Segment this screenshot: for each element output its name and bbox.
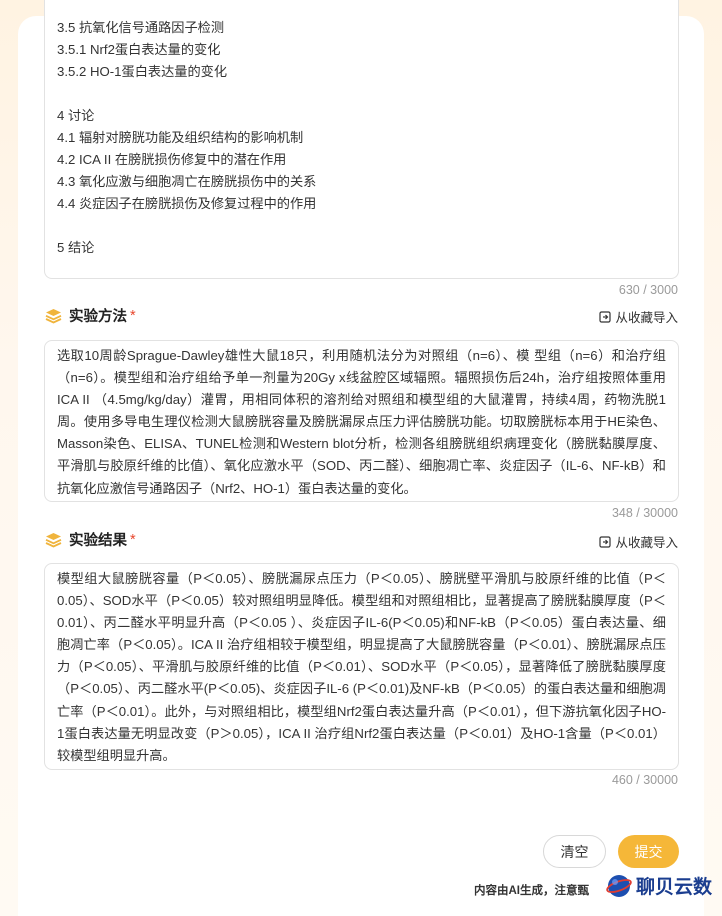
method-text: 选取10周龄Sprague-Dawley雄性大鼠18只，利用随机法分为对照组（n…: [57, 348, 666, 496]
outline-line: 4.4 炎症因子在膀胱损伤及修复过程中的作用: [57, 196, 317, 211]
clear-button[interactable]: 清空: [543, 835, 606, 868]
import-icon: [599, 535, 612, 548]
method-section-title: 实验方法 *: [45, 305, 136, 326]
result-textarea[interactable]: 模型组大鼠膀胱容量（P＜0.05）、膀胱漏尿点压力（P＜0.05）、膀胱壁平滑肌…: [44, 563, 679, 770]
import-icon: [599, 310, 612, 323]
outline-line: 3.5 抗氧化信号通路因子检测: [57, 20, 225, 35]
ai-disclaimer: 内容由AI生成，注意甄: [474, 885, 589, 897]
layers-icon: [45, 532, 62, 547]
result-import-label: 从收藏导入: [615, 536, 678, 550]
submit-button[interactable]: 提交: [618, 835, 679, 868]
method-char-counter: 348 / 30000: [611, 506, 678, 520]
outline-blank-line: [57, 215, 678, 237]
layers-icon: [45, 308, 62, 323]
globe-icon: [606, 874, 632, 897]
outline-line: 4.3 氧化应激与细胞凋亡在膀胱损伤中的关系: [57, 174, 317, 189]
result-text: 模型组大鼠膀胱容量（P＜0.05）、膀胱漏尿点压力（P＜0.05）、膀胱壁平滑肌…: [57, 571, 666, 763]
method-textarea[interactable]: 选取10周龄Sprague-Dawley雄性大鼠18只，利用随机法分为对照组（n…: [44, 340, 679, 502]
outline-line: 4.2 ICA II 在膀胱损伤修复中的潜在作用: [57, 152, 287, 167]
outline-line: 3.5.1 Nrf2蛋白表达量的变化: [57, 42, 221, 57]
watermark-logo: 聊贝云数: [606, 872, 712, 899]
result-import-button[interactable]: 从收藏导入: [599, 532, 678, 551]
required-mark: *: [130, 307, 136, 324]
method-title-text: 实验方法: [69, 309, 127, 325]
result-title-text: 实验结果: [69, 533, 127, 549]
outline-line: 4 讨论: [57, 108, 95, 123]
result-char-counter: 460 / 30000: [611, 773, 678, 787]
outline-blank-line: [57, 83, 678, 105]
outline-line: 3.5.2 HO-1蛋白表达量的变化: [57, 64, 228, 79]
method-import-button[interactable]: 从收藏导入: [599, 307, 678, 326]
outline-line: 5 结论: [57, 240, 95, 255]
method-import-label: 从收藏导入: [615, 311, 678, 325]
outline-textarea[interactable]: 3.5 抗氧化信号通路因子检测 3.5.1 Nrf2蛋白表达量的变化 3.5.2 H…: [44, 0, 679, 279]
required-mark: *: [130, 531, 136, 548]
watermark-text: 聊贝云数: [636, 877, 713, 898]
outline-line: 4.1 辐射对膀胱功能及组织结构的影响机制: [57, 130, 304, 145]
result-section-title: 实验结果 *: [45, 529, 136, 550]
outline-char-counter: 630 / 3000: [618, 283, 678, 297]
